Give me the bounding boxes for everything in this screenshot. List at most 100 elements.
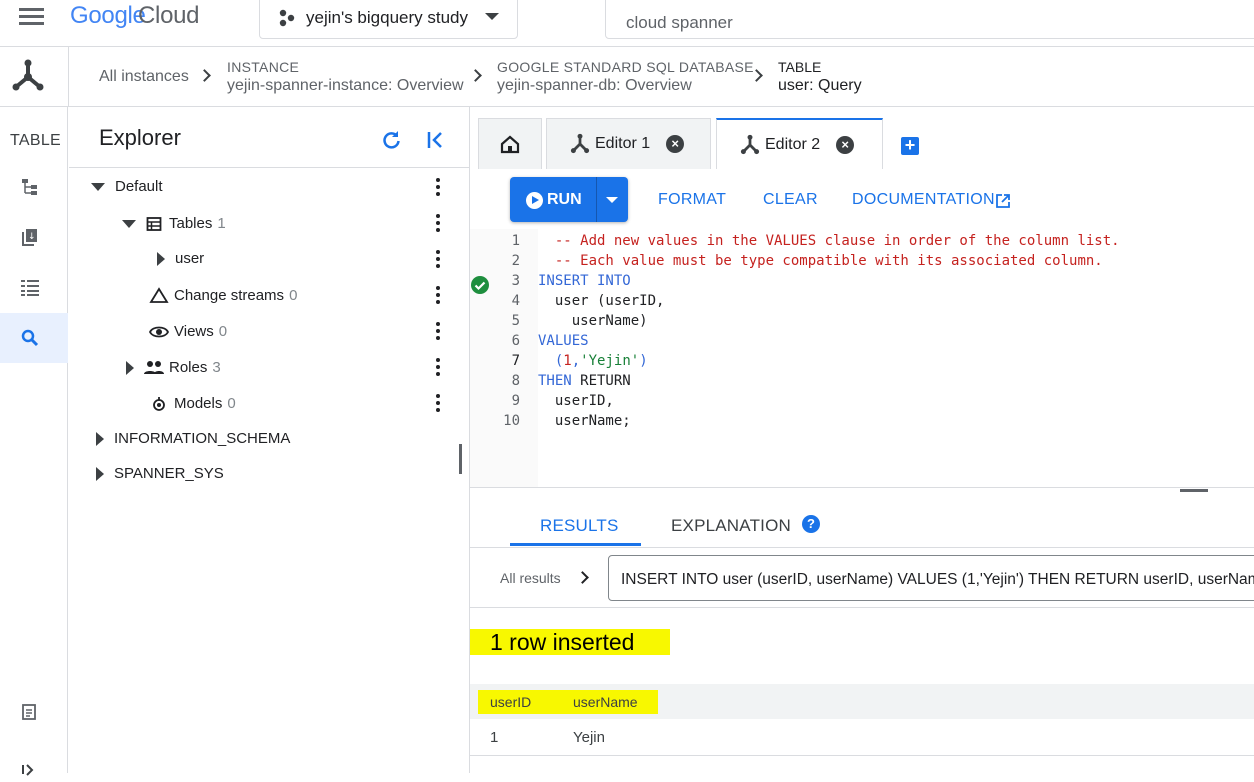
explorer-title: Explorer xyxy=(99,125,181,150)
more-vert-icon[interactable] xyxy=(436,322,440,340)
format-button[interactable]: FORMAT xyxy=(658,191,726,209)
chevron-down-icon[interactable] xyxy=(606,197,618,203)
more-vert-icon[interactable] xyxy=(436,178,440,196)
query-row: All results INSERT INTO user (userID, us… xyxy=(470,548,1254,608)
tree-node-roles[interactable]: Roles 3 xyxy=(126,359,221,376)
chevron-down-icon xyxy=(485,13,499,20)
logo-cloud: Cloud xyxy=(138,2,200,29)
expand-icon[interactable] xyxy=(20,762,40,782)
line-number: 8 xyxy=(511,373,520,389)
code-line: -- Add new values in the VALUES clause i… xyxy=(538,233,1120,249)
caret-down-icon xyxy=(122,219,136,228)
tree-label: Models xyxy=(174,395,223,412)
tree-node-default[interactable]: Default xyxy=(91,178,163,195)
more-vert-icon[interactable] xyxy=(436,214,440,232)
line-number: 7 xyxy=(511,353,520,369)
breadcrumb-instance-overview[interactable]: yejin-spanner-instance: Overview xyxy=(227,76,464,96)
release-notes-icon[interactable] xyxy=(20,702,40,722)
top-bar: Google Cloud yejin's bigquery study clou… xyxy=(0,0,1254,47)
data-list-icon[interactable] xyxy=(20,277,40,297)
line-number: 1 xyxy=(511,233,520,249)
project-name: yejin's bigquery study xyxy=(306,7,468,27)
tab-results[interactable]: RESULTS xyxy=(540,516,619,536)
breadcrumb-bar: All instances INSTANCE yejin-spanner-ins… xyxy=(0,47,1254,107)
google-cloud-logo[interactable]: Google Cloud xyxy=(70,2,200,30)
tree-label: INFORMATION_SCHEMA xyxy=(114,430,291,447)
people-icon xyxy=(144,360,164,374)
svg-text:↓: ↓ xyxy=(28,232,36,242)
menu-icon[interactable] xyxy=(19,7,45,27)
documentation-link[interactable]: DOCUMENTATION xyxy=(852,191,995,209)
table-icon xyxy=(146,216,162,231)
executed-query-text[interactable]: INSERT INTO user (userID, userName) VALU… xyxy=(608,555,1254,601)
import-export-icon[interactable]: ↓ xyxy=(20,227,40,247)
run-button[interactable]: RUN xyxy=(510,177,628,222)
column-header-username[interactable]: userName xyxy=(573,694,638,710)
tree-node-spanner-sys[interactable]: SPANNER_SYS xyxy=(96,465,224,482)
clear-button[interactable]: CLEAR xyxy=(763,191,818,209)
tree-node-user[interactable]: user xyxy=(157,250,204,267)
refresh-icon[interactable] xyxy=(380,129,402,151)
explorer-panel: Explorer Default Tables 1 user Change st… xyxy=(69,107,469,773)
editor-pane: Editor 1 × Editor 2 × + RUN FORMAT CLEAR… xyxy=(469,107,1254,773)
tab-explanation[interactable]: EXPLANATION xyxy=(671,516,791,536)
add-tab-button[interactable]: + xyxy=(901,136,919,155)
spanner-icon xyxy=(12,59,44,91)
tree-count: 0 xyxy=(218,323,228,340)
more-vert-icon[interactable] xyxy=(436,250,440,268)
check-circle-icon xyxy=(471,276,489,294)
line-number: 9 xyxy=(511,393,520,409)
tree-count: 1 xyxy=(217,215,226,232)
tree-label: user xyxy=(175,250,205,267)
project-selector[interactable]: yejin's bigquery study xyxy=(259,0,518,39)
tree-node-tables[interactable]: Tables 1 xyxy=(122,215,226,232)
collapse-panel-icon[interactable] xyxy=(425,129,447,151)
spanner-icon xyxy=(570,133,590,154)
code-token: 1 xyxy=(563,353,572,369)
line-number: 5 xyxy=(511,313,520,329)
tab-editor-2[interactable]: Editor 2 × xyxy=(716,118,883,169)
code-line: -- Each value must be type compatible wi… xyxy=(538,253,1103,269)
all-results-link[interactable]: All results xyxy=(500,570,561,586)
more-vert-icon[interactable] xyxy=(436,358,440,376)
column-header-userid[interactable]: userID xyxy=(490,694,531,710)
run-text: RUN xyxy=(547,191,582,208)
panel-resize-handle[interactable] xyxy=(459,444,462,474)
line-number: 3 xyxy=(511,273,520,289)
more-vert-icon[interactable] xyxy=(436,394,440,412)
tree-node-change-streams[interactable]: Change streams 0 xyxy=(149,287,297,304)
tree-count: 3 xyxy=(212,359,221,376)
close-icon[interactable]: × xyxy=(666,135,685,153)
divider xyxy=(69,167,469,168)
line-number: 6 xyxy=(511,333,520,349)
tree-node-views[interactable]: Views 0 xyxy=(149,323,227,340)
divider xyxy=(68,47,69,107)
logo-google: Google xyxy=(70,2,146,29)
triangle-icon xyxy=(149,287,169,303)
code-line: userID, xyxy=(538,393,614,409)
code-token: 'Yejin' xyxy=(580,353,640,369)
search-input[interactable]: cloud spanner xyxy=(605,0,1254,39)
close-icon[interactable]: × xyxy=(836,135,855,154)
tree-node-models[interactable]: Models 0 xyxy=(149,395,236,412)
spanner-icon xyxy=(740,134,760,154)
code-line: userName) xyxy=(538,313,648,329)
code-token: , xyxy=(571,353,581,369)
search-icon[interactable] xyxy=(20,328,40,348)
code-editor[interactable]: 1 2 3 4 5 6 7 8 9 10 -- Add new values i… xyxy=(470,229,1254,487)
line-number: 2 xyxy=(511,253,520,269)
tree-label: Tables xyxy=(169,215,213,232)
help-icon[interactable]: ? xyxy=(802,515,820,533)
code-line: (1,'Yejin') xyxy=(538,353,648,369)
breadcrumb-all-instances[interactable]: All instances xyxy=(99,67,189,87)
schema-icon[interactable] xyxy=(20,177,40,197)
caret-right-icon xyxy=(157,251,165,266)
breadcrumb-type-database: GOOGLE STANDARD SQL DATABASE xyxy=(497,59,754,75)
tab-home[interactable] xyxy=(478,118,542,169)
tree-label: Roles xyxy=(169,359,208,376)
editor-tabs: Editor 1 × Editor 2 × + xyxy=(470,107,1254,169)
tab-editor-1[interactable]: Editor 1 × xyxy=(546,118,711,169)
more-vert-icon[interactable] xyxy=(436,286,440,304)
breadcrumb-db-overview[interactable]: yejin-spanner-db: Overview xyxy=(497,76,692,96)
tree-node-information-schema[interactable]: INFORMATION_SCHEMA xyxy=(96,430,290,447)
